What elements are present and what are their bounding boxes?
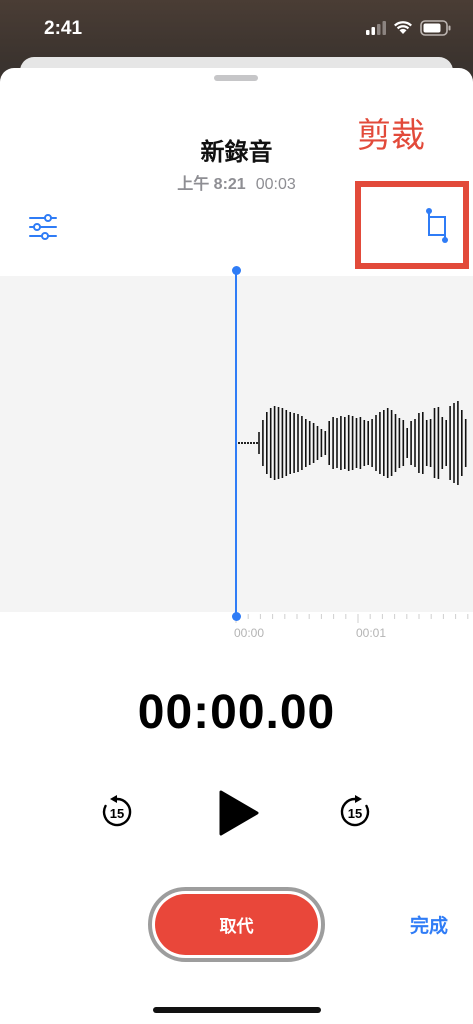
skip-back-15-icon[interactable]: 15 — [100, 795, 134, 829]
waveform-dot — [253, 442, 255, 444]
done-button[interactable]: 完成 — [410, 911, 448, 938]
trim-annotation-label: 剪裁 — [357, 116, 425, 156]
wifi-icon — [394, 21, 412, 34]
trim-highlight-box — [355, 181, 469, 269]
waveform-dot — [238, 442, 240, 444]
battery-icon — [420, 20, 451, 36]
waveform-dot — [247, 442, 249, 444]
cellular-signal-icon — [366, 21, 386, 35]
play-icon[interactable] — [218, 789, 260, 837]
waveform-dot — [250, 442, 252, 444]
svg-text:15: 15 — [348, 806, 362, 821]
skip-forward-15-icon[interactable]: 15 — [338, 795, 372, 829]
settings-sliders-icon[interactable] — [28, 213, 58, 241]
playhead[interactable] — [235, 271, 237, 617]
playhead-bottom-handle[interactable] — [232, 612, 241, 621]
recording-editor-sheet: 新錄音 上午 8:21 00:03 剪裁 00:00 00:01 00:00.00 — [0, 68, 473, 1024]
replace-button[interactable]: 取代 — [155, 894, 318, 955]
playhead-top-handle[interactable] — [232, 266, 241, 275]
status-bar: 2:41 — [0, 0, 473, 62]
timeline-label-1: 00:01 — [356, 626, 387, 640]
recording-duration: 00:03 — [255, 176, 296, 193]
timeline-label-0: 00:00 — [234, 626, 265, 640]
waveform-dot — [256, 442, 258, 444]
recording-date: 上午 8:21 — [177, 176, 246, 193]
waveform-dot — [241, 442, 243, 444]
home-indicator — [153, 1007, 321, 1013]
svg-text:15: 15 — [110, 806, 124, 821]
sheet-grabber[interactable] — [214, 75, 258, 81]
status-time: 2:41 — [44, 18, 83, 39]
waveform-dot — [244, 442, 246, 444]
trim-crop-icon[interactable] — [424, 207, 450, 245]
elapsed-time: 00:00.00 — [137, 686, 336, 739]
